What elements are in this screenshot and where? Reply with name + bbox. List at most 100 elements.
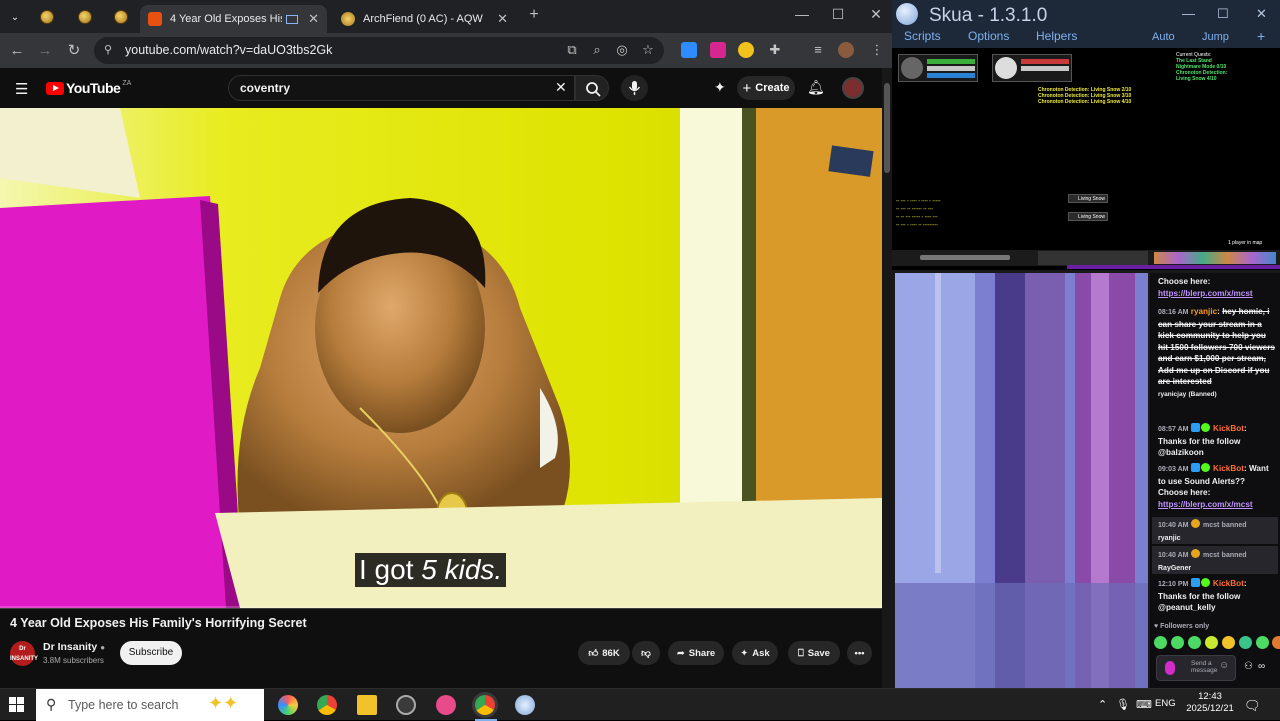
chevron-up-icon[interactable]: ⌃ xyxy=(1098,698,1107,711)
emoji-icon[interactable]: ☺ xyxy=(1219,661,1229,671)
video-progress-bar[interactable] xyxy=(0,606,882,609)
copilot-icon[interactable] xyxy=(278,695,298,715)
hamburger-menu-icon[interactable]: ☰ xyxy=(15,80,28,98)
close-icon[interactable]: ✕ xyxy=(308,11,319,27)
menu-scripts[interactable]: Scripts xyxy=(904,29,941,43)
taskbar-clock[interactable]: 12:43 2025/12/21 xyxy=(1186,691,1234,715)
kebab-menu-icon[interactable]: ⋮ xyxy=(869,42,885,58)
file-explorer-icon[interactable] xyxy=(357,695,377,715)
game-action-bar xyxy=(892,250,1280,266)
tab-youtube[interactable]: 4 Year Old Exposes His Fam ✕ xyxy=(140,5,327,33)
users-icon[interactable]: ⚇ xyxy=(1244,661,1253,672)
pinned-tab-aqw-1[interactable] xyxy=(32,6,62,28)
emote-icon[interactable] xyxy=(1154,636,1167,649)
obs-icon[interactable] xyxy=(396,695,416,715)
search-button[interactable] xyxy=(575,75,609,101)
drop-notice[interactable]: Living Snow xyxy=(1068,194,1108,203)
drop-notice[interactable]: Living Snow xyxy=(1068,212,1108,221)
ask-button[interactable]: ✦ Ask xyxy=(732,641,778,665)
menu-jump[interactable]: Jump xyxy=(1202,31,1229,43)
close-window-button[interactable]: ✕ xyxy=(862,6,890,23)
puzzle-icon[interactable]: ✚ xyxy=(767,42,783,58)
more-actions-button[interactable]: ••• xyxy=(847,641,872,665)
tab-search-button[interactable]: ⌄ xyxy=(0,6,30,28)
chat-username[interactable]: KickBot xyxy=(1213,579,1244,588)
media-icon[interactable]: ≡ xyxy=(810,42,826,58)
chat-username[interactable]: KickBot xyxy=(1213,464,1244,473)
menu-icons[interactable] xyxy=(1154,252,1276,264)
tab-archfiend[interactable]: ArchFiend (0 AC) - AQW ✕ xyxy=(333,5,516,33)
create-button[interactable]: + Create xyxy=(737,76,795,100)
emote-icon[interactable] xyxy=(1188,636,1201,649)
emote-icon[interactable] xyxy=(1222,636,1235,649)
video-player[interactable] xyxy=(0,108,882,608)
pinned-tab-aqw-2[interactable] xyxy=(70,6,100,28)
chrome-icon[interactable] xyxy=(475,695,495,715)
profile-avatar[interactable] xyxy=(838,42,854,58)
clear-search-icon[interactable]: ✕ xyxy=(555,79,567,96)
notifications-bell-icon[interactable]: 🔔︎ xyxy=(807,79,825,96)
address-bar[interactable]: ⚲ youtube.com/watch?v=daUO3tbs2Gk ⧉ ⌕ ◎ … xyxy=(94,37,664,64)
bookmark-star-icon[interactable]: ☆ xyxy=(640,42,656,58)
close-icon[interactable]: ✕ xyxy=(497,11,508,27)
page-scrollbar[interactable] xyxy=(882,68,892,688)
forward-button[interactable]: → xyxy=(35,41,55,61)
infinity-icon[interactable]: ∞ xyxy=(1258,661,1265,672)
menu-helpers[interactable]: Helpers xyxy=(1036,29,1077,43)
emote-icon[interactable] xyxy=(1256,636,1269,649)
aqw-icon xyxy=(114,10,128,24)
windows-start-icon[interactable] xyxy=(9,697,24,712)
like-button[interactable]: 👍︎ 86K xyxy=(578,641,630,665)
channel-name[interactable]: Dr Insanity ● xyxy=(43,641,105,653)
voice-search-button[interactable] xyxy=(621,75,648,101)
scrollbar-thumb[interactable] xyxy=(884,83,890,173)
youtube-logo[interactable]: YouTube ZA xyxy=(46,80,131,96)
eye-slash-icon[interactable]: ◎ xyxy=(614,42,630,58)
share-button[interactable]: ➦ Share xyxy=(668,641,724,665)
save-button[interactable]: ⎕ Save xyxy=(788,641,840,665)
close-button[interactable]: ✕ xyxy=(1256,6,1267,22)
emote-icon[interactable] xyxy=(1171,636,1184,649)
maximize-button[interactable]: ☐ xyxy=(1217,6,1229,22)
emote-icon[interactable] xyxy=(1272,636,1280,649)
skill-bar[interactable] xyxy=(1038,251,1148,265)
subscribe-button[interactable]: Subscribe xyxy=(120,641,182,665)
chat-username[interactable]: ryanjic xyxy=(1191,307,1217,316)
emote-icon[interactable] xyxy=(1205,636,1218,649)
pinned-tab-aqw-3[interactable] xyxy=(106,6,136,28)
sparkle-icon[interactable]: ✦ xyxy=(714,79,726,96)
notifications-icon[interactable]: 🗨︎ xyxy=(1244,698,1261,714)
zoom-icon[interactable]: ⌕ xyxy=(589,42,605,58)
search-input[interactable]: coventry ✕ xyxy=(228,75,575,101)
menu-options[interactable]: Options xyxy=(968,29,1009,43)
chat-link[interactable]: https://blerp.com/x/mcst xyxy=(1158,500,1253,509)
language-indicator[interactable]: ENG xyxy=(1155,698,1176,709)
maximize-button[interactable]: ☐ xyxy=(824,6,852,23)
emote-icon[interactable] xyxy=(1239,636,1252,649)
reload-button[interactable]: ↻ xyxy=(64,41,84,61)
extension-icon[interactable] xyxy=(710,42,726,58)
minimize-button[interactable]: — xyxy=(1182,6,1195,21)
app-icon[interactable] xyxy=(436,695,456,715)
game-viewport[interactable]: Current Quests: The Last Stand Nightmare… xyxy=(892,48,1280,270)
minimize-button[interactable]: — xyxy=(788,6,816,22)
microphone-icon[interactable]: 🎙︎ xyxy=(1116,698,1130,711)
add-icon[interactable]: + xyxy=(1257,28,1265,44)
chat-link[interactable]: https://blerp.com/x/mcst xyxy=(1158,289,1253,298)
extension-icon[interactable] xyxy=(681,42,697,58)
account-avatar[interactable] xyxy=(842,77,864,99)
extension-icon[interactable] xyxy=(738,42,754,58)
chat-username[interactable]: KickBot xyxy=(1213,424,1244,433)
channel-avatar[interactable]: Dr INSANITY xyxy=(10,641,38,666)
chat-input[interactable]: Send a message ☺ xyxy=(1156,655,1236,681)
dislike-button[interactable]: 👎︎ xyxy=(632,641,660,665)
network-icon[interactable]: ⌨ xyxy=(1136,698,1152,711)
install-app-icon[interactable]: ⧉ xyxy=(564,42,580,58)
back-button[interactable]: ← xyxy=(7,41,27,61)
menu-auto[interactable]: Auto xyxy=(1152,31,1175,43)
new-tab-button[interactable]: + xyxy=(520,6,548,24)
chrome-icon[interactable] xyxy=(317,695,337,715)
skua-icon[interactable] xyxy=(515,695,535,715)
taskbar-search-input[interactable]: ⚲ Type here to search ✦✦ xyxy=(36,689,264,721)
site-info-icon[interactable]: ⚲ xyxy=(104,43,112,56)
